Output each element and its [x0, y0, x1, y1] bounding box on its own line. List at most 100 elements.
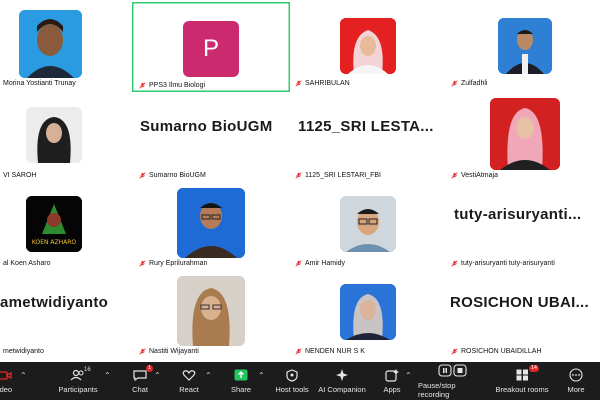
share-options-chevron-icon[interactable]: ⌃: [258, 371, 265, 380]
participant-tile-nastiti[interactable]: Nastiti Wijayanti: [132, 268, 290, 358]
participant-name-label: SAHRIBULAN: [292, 79, 353, 88]
participant-tile-morina[interactable]: Morina Yostianti Trunay: [0, 0, 132, 90]
participant-video-vesti: [490, 98, 560, 170]
breakout-rooms-label: Breakout rooms: [495, 385, 549, 394]
muted-mic-icon: [295, 80, 302, 87]
chat-unread-badge: 1: [145, 365, 153, 372]
video-grid: Morina Yostianti Trunay P PPS3 Ilmu Biol…: [0, 0, 600, 362]
more-label: More: [567, 385, 585, 394]
participant-name-label: Sumarno BioUGM: [136, 171, 209, 180]
participant-video-sahribulan: [340, 18, 396, 74]
chat-label: Chat: [132, 385, 148, 394]
participant-display-name: tuty-arisuryanti...: [454, 206, 582, 223]
participant-tile-saroh[interactable]: VI SAROH: [0, 92, 132, 182]
react-heart-icon: [181, 368, 197, 382]
share-label: Share: [230, 385, 251, 394]
participant-tile-amir[interactable]: Amir Hamidy: [288, 180, 446, 270]
participants-icon: 16: [70, 367, 91, 382]
host-tools-button[interactable]: Host tools: [274, 362, 310, 400]
video-button[interactable]: ideo: [0, 362, 16, 400]
react-button[interactable]: React: [176, 362, 202, 400]
participant-tile-sumarno[interactable]: Sumarno BioUGM Sumarno BioUGM: [132, 92, 290, 182]
participant-display-name: ROSICHON UBAI...: [450, 294, 589, 311]
participant-tile-tuty[interactable]: tuty-arisuryanti... tuty-arisuryanti tut…: [444, 180, 600, 270]
muted-mic-icon: [295, 348, 302, 355]
participant-name-label: Nastiti Wijayanti: [136, 347, 202, 356]
muted-mic-icon: [451, 80, 458, 87]
share-screen-icon: [233, 368, 249, 382]
video-off-icon: [0, 368, 13, 382]
participant-name-label: tuty-arisuryanti tuty-arisuryanti: [448, 259, 558, 268]
participant-video-zulfadhli: [498, 18, 552, 74]
video-label: ideo: [0, 385, 13, 394]
muted-mic-icon: [139, 348, 146, 355]
participant-name-label: metwidiyanto: [0, 347, 47, 356]
muted-mic-icon: [451, 348, 458, 355]
muted-mic-icon: [139, 82, 146, 89]
participant-name-label: VestiAtmaja: [448, 171, 501, 180]
breakout-rooms-badge: 14: [528, 365, 539, 372]
pause-stop-recording-icon: [438, 364, 468, 378]
recording-control-button[interactable]: Pause/stop recording: [418, 362, 488, 400]
participant-name-label: NENDEN NUR S K: [292, 347, 368, 356]
chat-icon: 1: [132, 365, 153, 382]
participant-video-nastiti: [177, 276, 245, 346]
chat-options-chevron-icon[interactable]: ⌃: [154, 371, 161, 380]
participant-display-name: 1125_SRI LESTA...: [298, 118, 434, 135]
participant-video-morina: [19, 10, 82, 78]
participants-count: 16: [84, 367, 91, 373]
participant-logo-koen: KOEN AZHARO: [26, 196, 82, 252]
react-label: React: [179, 385, 199, 394]
more-options-icon: [568, 368, 584, 382]
sparkle-icon: [334, 368, 350, 382]
participant-name-label: VI SAROH: [0, 171, 40, 180]
participant-video-saroh: [26, 107, 82, 163]
ai-companion-button[interactable]: AI Companion: [318, 362, 366, 400]
apps-button[interactable]: Apps: [380, 362, 404, 400]
participant-tile-slamet[interactable]: ametwidiyanto metwidiyanto: [0, 268, 132, 358]
svg-text:KOEN AZHARO: KOEN AZHARO: [32, 239, 77, 246]
meeting-toolbar: ideo ⌃ 16 Participants ⌃ 1 Chat ⌃ React …: [0, 362, 600, 400]
share-button[interactable]: Share: [228, 362, 254, 400]
video-options-chevron-icon[interactable]: ⌃: [20, 371, 27, 380]
participant-tile-vesti[interactable]: VestiAtmaja: [444, 92, 600, 182]
participant-name-label: PPS3 Ilmu Biologi: [136, 81, 209, 90]
participants-options-chevron-icon[interactable]: ⌃: [104, 371, 111, 380]
participant-tile-koen[interactable]: KOEN AZHARO al Koen Asharo: [0, 180, 132, 270]
participant-tile-nenden[interactable]: NENDEN NUR S K: [288, 268, 446, 358]
participant-video-amir: [340, 196, 396, 252]
participant-name-label: Morina Yostianti Trunay: [0, 79, 79, 88]
participant-tile-sahribulan[interactable]: SAHRIBULAN: [288, 0, 446, 90]
participants-label: Participants: [58, 385, 98, 394]
participant-name-label: Zulfadhli: [448, 79, 491, 88]
muted-mic-icon: [295, 260, 302, 267]
recording-label: Pause/stop recording: [418, 380, 456, 399]
host-tools-label: Host tools: [275, 385, 309, 394]
muted-mic-icon: [295, 172, 302, 179]
participant-tile-pps3[interactable]: P PPS3 Ilmu Biologi: [132, 2, 290, 92]
shield-icon: [284, 368, 300, 382]
muted-mic-icon: [139, 172, 146, 179]
participant-tile-sri[interactable]: 1125_SRI LESTA... 1125_SRI LESTARI_FBI: [288, 92, 446, 182]
participant-name-label: Amir Hamidy: [292, 259, 349, 268]
participant-display-name: ametwidiyanto: [0, 294, 109, 311]
participant-name-label: ROSICHON UBAIDILLAH: [448, 347, 545, 356]
chat-button[interactable]: 1 Chat: [128, 362, 153, 400]
apps-icon: [384, 368, 400, 382]
more-button[interactable]: More: [562, 362, 590, 400]
muted-mic-icon: [451, 172, 458, 179]
participant-video-nenden: [340, 284, 396, 340]
apps-options-chevron-icon[interactable]: ⌃: [405, 371, 412, 380]
participants-button[interactable]: 16 Participants: [54, 362, 102, 400]
apps-label: Apps: [383, 385, 401, 394]
participant-tile-rury[interactable]: Rury Eprilurahman: [132, 180, 290, 270]
breakout-rooms-button[interactable]: 14 Breakout rooms: [494, 362, 550, 400]
react-options-chevron-icon[interactable]: ⌃: [205, 371, 212, 380]
breakout-rooms-icon: 14: [514, 365, 539, 382]
muted-mic-icon: [139, 260, 146, 267]
participant-tile-rosichon[interactable]: ROSICHON UBAI... ROSICHON UBAIDILLAH: [444, 268, 600, 358]
participant-tile-zulfadhli[interactable]: Zulfadhli: [444, 0, 600, 90]
avatar: P: [183, 21, 239, 77]
participant-name-label: 1125_SRI LESTARI_FBI: [292, 171, 384, 180]
ai-companion-label: AI Companion: [318, 385, 366, 394]
